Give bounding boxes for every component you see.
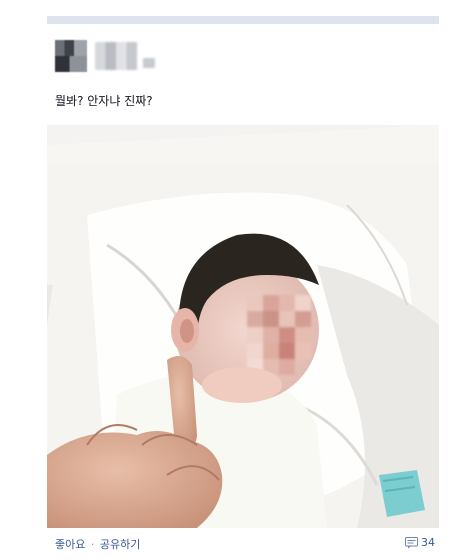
baby-photo-image: [47, 125, 439, 528]
like-link[interactable]: 좋아요: [55, 538, 85, 551]
post-header: [55, 40, 435, 76]
post-footer: 좋아요 · 공유하기 34: [55, 536, 439, 556]
comment-bubble-icon: [405, 536, 418, 548]
separator: ·: [90, 538, 95, 551]
post-photo[interactable]: [47, 125, 439, 528]
comment-count: 34: [421, 536, 435, 549]
share-link[interactable]: 공유하기: [100, 538, 140, 551]
author-name-blurred[interactable]: [95, 42, 137, 70]
comment-count-button[interactable]: 34: [405, 536, 435, 549]
timestamp-blurred: [143, 58, 155, 68]
post-text: 뭘봐? 안자냐 진짜?: [55, 94, 153, 108]
post-card: 뭘봐? 안자냐 진짜? 좋아요 · 공유하기 34: [47, 24, 439, 560]
avatar[interactable]: [55, 40, 87, 72]
